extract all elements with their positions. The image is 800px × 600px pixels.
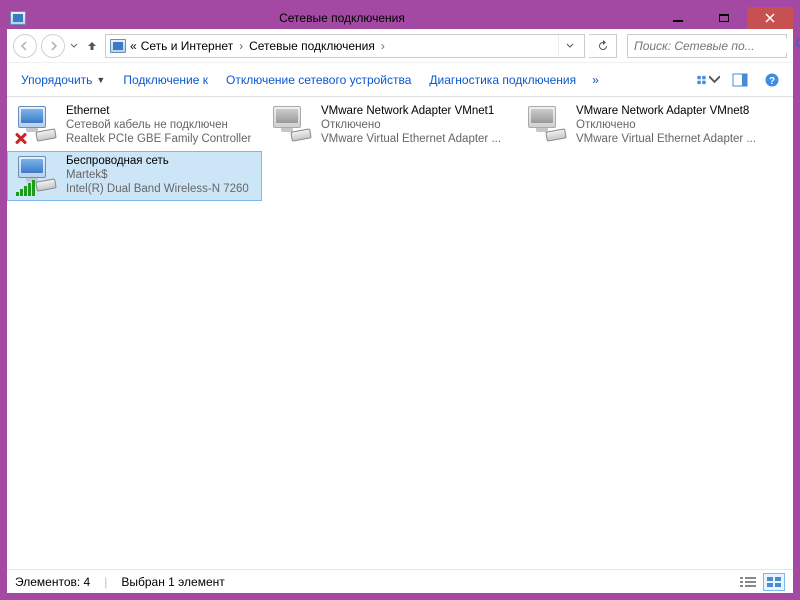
app-icon: [7, 7, 29, 29]
network-adapter-icon: [12, 104, 60, 148]
window-frame: Сетевые подключения « Сеть и Интернет ›: [7, 7, 793, 593]
up-button[interactable]: [83, 39, 101, 53]
address-bar[interactable]: « Сеть и Интернет › Сетевые подключения …: [105, 34, 585, 58]
connection-status: Отключено: [321, 118, 501, 132]
svg-text:?: ?: [769, 76, 775, 87]
search-input[interactable]: [634, 39, 791, 53]
network-adapter-icon: [267, 104, 315, 148]
location-icon: [110, 39, 126, 53]
connection-status: Отключено: [576, 118, 756, 132]
overflow-button[interactable]: »: [588, 73, 603, 87]
connection-item[interactable]: VMware Network Adapter VMnet1ОтключеноVM…: [262, 101, 517, 151]
diagnose-button[interactable]: Диагностика подключения: [423, 69, 582, 91]
forward-button[interactable]: [41, 34, 65, 58]
command-bar: Упорядочить ▼ Подключение к Отключение с…: [7, 63, 793, 97]
connection-device: VMware Virtual Ethernet Adapter ...: [576, 132, 756, 146]
connection-name: VMware Network Adapter VMnet8: [576, 104, 756, 118]
address-dropdown-button[interactable]: [558, 35, 580, 57]
refresh-button[interactable]: [589, 34, 617, 58]
chevron-right-icon[interactable]: ›: [379, 39, 387, 53]
item-count: Элементов: 4: [15, 575, 90, 589]
wifi-signal-icon: [16, 180, 35, 196]
maximize-button[interactable]: [701, 7, 747, 29]
navbar: « Сеть и Интернет › Сетевые подключения …: [7, 29, 793, 63]
connection-item[interactable]: Беспроводная сетьMartek$Intel(R) Dual Ba…: [7, 151, 262, 201]
search-icon[interactable]: [795, 38, 800, 54]
back-button[interactable]: [13, 34, 37, 58]
chevron-down-icon: ▼: [96, 75, 105, 85]
preview-pane-button[interactable]: [727, 69, 753, 91]
help-button[interactable]: ?: [759, 69, 785, 91]
connect-to-button[interactable]: Подключение к: [117, 69, 214, 91]
connection-device: Intel(R) Dual Band Wireless-N 7260: [66, 182, 249, 196]
connection-name: VMware Network Adapter VMnet1: [321, 104, 501, 118]
tiles-view-button[interactable]: [763, 573, 785, 591]
breadcrumb-segment[interactable]: Сеть и Интернет: [141, 39, 233, 53]
connection-device: VMware Virtual Ethernet Adapter ...: [321, 132, 501, 146]
organize-menu[interactable]: Упорядочить ▼: [15, 69, 111, 91]
statusbar: Элементов: 4 | Выбран 1 элемент: [7, 569, 793, 593]
breadcrumb-prefix[interactable]: «: [130, 39, 137, 53]
breadcrumb-segment[interactable]: Сетевые подключения: [249, 39, 375, 53]
search-box[interactable]: [627, 34, 787, 58]
connection-status: Сетевой кабель не подключен: [66, 118, 251, 132]
details-view-button[interactable]: [737, 573, 759, 591]
network-adapter-icon: [522, 104, 570, 148]
connection-name: Беспроводная сеть: [66, 154, 249, 168]
connection-item[interactable]: EthernetСетевой кабель не подключенRealt…: [7, 101, 262, 151]
close-button[interactable]: [747, 7, 793, 29]
items-view[interactable]: EthernetСетевой кабель не подключенRealt…: [7, 97, 793, 569]
titlebar: Сетевые подключения: [7, 7, 793, 29]
connection-name: Ethernet: [66, 104, 251, 118]
selection-count: Выбран 1 элемент: [121, 575, 224, 589]
connection-device: Realtek PCIe GBE Family Controller: [66, 132, 251, 146]
window-title: Сетевые подключения: [29, 7, 655, 29]
disconnected-icon: [14, 132, 28, 146]
minimize-button[interactable]: [655, 7, 701, 29]
view-options-button[interactable]: [695, 69, 721, 91]
connection-status: Martek$: [66, 168, 249, 182]
organize-label: Упорядочить: [21, 73, 92, 87]
connection-item[interactable]: VMware Network Adapter VMnet8ОтключеноVM…: [517, 101, 772, 151]
network-adapter-icon: [12, 154, 60, 198]
disable-device-button[interactable]: Отключение сетевого устройства: [220, 69, 417, 91]
chevron-right-icon[interactable]: ›: [237, 39, 245, 53]
recent-locations-button[interactable]: [69, 43, 79, 49]
